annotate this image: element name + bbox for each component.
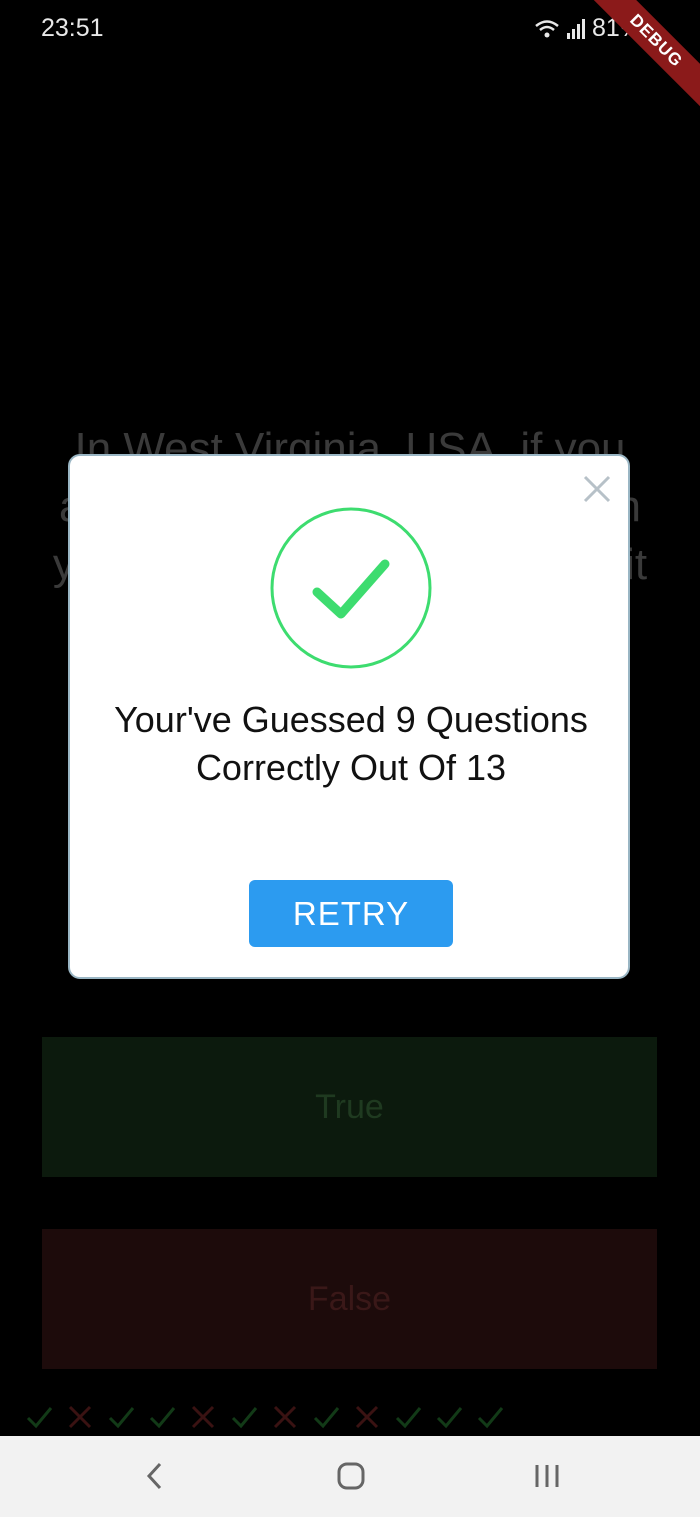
retry-button[interactable]: RETRY — [249, 880, 453, 947]
score-check-icon — [391, 1400, 424, 1433]
wifi-icon — [535, 19, 559, 37]
signal-icon — [566, 18, 585, 39]
home-icon — [337, 1462, 365, 1490]
system-nav-bar — [0, 1436, 700, 1517]
back-button[interactable] — [125, 1456, 185, 1496]
back-icon — [146, 1462, 162, 1490]
status-bar: 23:51 81% DEBUG — [0, 0, 700, 116]
close-icon[interactable] — [580, 472, 614, 506]
false-button[interactable]: False — [42, 1229, 657, 1369]
result-message: Your've Guessed 9 Questions Correctly Ou… — [114, 699, 588, 788]
score-check-icon — [22, 1400, 55, 1433]
status-time: 23:51 — [41, 14, 104, 42]
score-cross-icon — [268, 1400, 301, 1433]
success-check-icon — [270, 507, 432, 669]
score-cross-icon — [350, 1400, 383, 1433]
score-check-icon — [432, 1400, 465, 1433]
score-tracker — [22, 1400, 506, 1433]
result-dialog: Your've Guessed 9 Questions Correctly Ou… — [68, 454, 630, 979]
home-button[interactable] — [321, 1456, 381, 1496]
score-check-icon — [227, 1400, 260, 1433]
score-check-icon — [309, 1400, 342, 1433]
true-button[interactable]: True — [42, 1037, 657, 1177]
score-check-icon — [473, 1400, 506, 1433]
score-cross-icon — [63, 1400, 96, 1433]
recents-button[interactable] — [517, 1456, 577, 1496]
score-check-icon — [104, 1400, 137, 1433]
recents-icon — [535, 1465, 559, 1487]
score-cross-icon — [186, 1400, 219, 1433]
score-check-icon — [145, 1400, 178, 1433]
